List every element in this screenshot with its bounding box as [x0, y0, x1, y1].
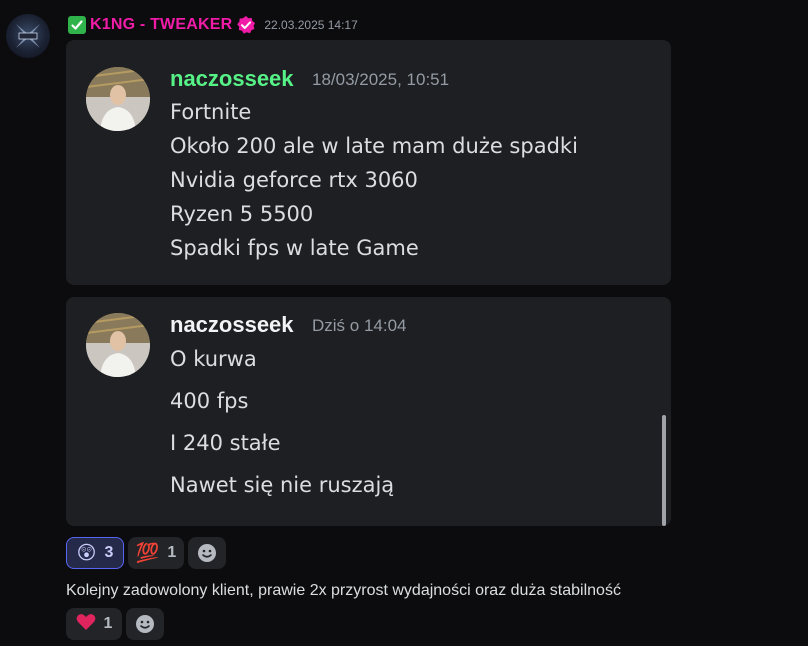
quote-line: Ryzen 5 5500 [170, 202, 314, 226]
message-text: Kolejny zadowolony klient, prawie 2x prz… [66, 582, 621, 599]
reaction-count: 1 [103, 615, 113, 632]
team-logo-icon [16, 24, 40, 48]
quoted-message-1: naczosseek 18/03/2025, 10:51 Fortnite Ok… [66, 40, 671, 285]
reaction-bar: 1 [66, 608, 164, 640]
add-reaction-button[interactable] [188, 537, 226, 569]
astonished-face-icon: 😲 [76, 541, 97, 564]
embed-scrollbar[interactable] [662, 415, 666, 526]
quote-line: 400 fps [170, 389, 249, 413]
reaction-count: 1 [167, 544, 177, 561]
quote-line: O kurwa [170, 347, 257, 371]
quote-date: Dziś o 14:04 [312, 316, 407, 335]
verified-badge-icon [237, 16, 256, 34]
quote-line: I 240 stałe [170, 431, 281, 455]
add-reaction-button[interactable] [126, 608, 164, 640]
quote-author[interactable]: naczosseek [170, 312, 294, 338]
message-header: K1NG - TWEAKER 22.03.2025 14:17 [68, 14, 358, 36]
quote-avatar[interactable] [86, 313, 150, 377]
quote-avatar[interactable] [86, 67, 150, 131]
smiley-icon [198, 544, 216, 562]
quote-line: Fortnite [170, 100, 252, 124]
author-username[interactable]: K1NG - TWEAKER [90, 16, 232, 34]
hundred-points-icon: 💯 [135, 541, 160, 564]
checkmark-box-icon [68, 16, 86, 34]
reaction-hundred[interactable]: 💯 1 [128, 537, 184, 569]
quote-date: 18/03/2025, 10:51 [312, 70, 450, 89]
quote-line: Około 200 ale w late mam duże spadki [170, 134, 578, 158]
quote-line: Spadki fps w late Game [170, 236, 419, 260]
quote-line: Nawet się nie ruszają [170, 473, 395, 497]
quoted-message-2: naczosseek Dziś o 14:04 O kurwa 400 fps … [66, 297, 671, 526]
reaction-count: 3 [104, 544, 114, 561]
message-timestamp: 22.03.2025 14:17 [264, 18, 358, 32]
reaction-heart[interactable]: 1 [66, 608, 122, 640]
red-heart-icon [76, 613, 96, 635]
quote-author[interactable]: naczosseek [170, 66, 294, 92]
reaction-astonished[interactable]: 😲 3 [66, 537, 124, 569]
smiley-icon [136, 615, 154, 633]
reaction-bar: 😲 3 💯 1 [66, 537, 226, 569]
quote-line: Nvidia geforce rtx 3060 [170, 168, 418, 192]
author-avatar[interactable] [6, 14, 50, 58]
